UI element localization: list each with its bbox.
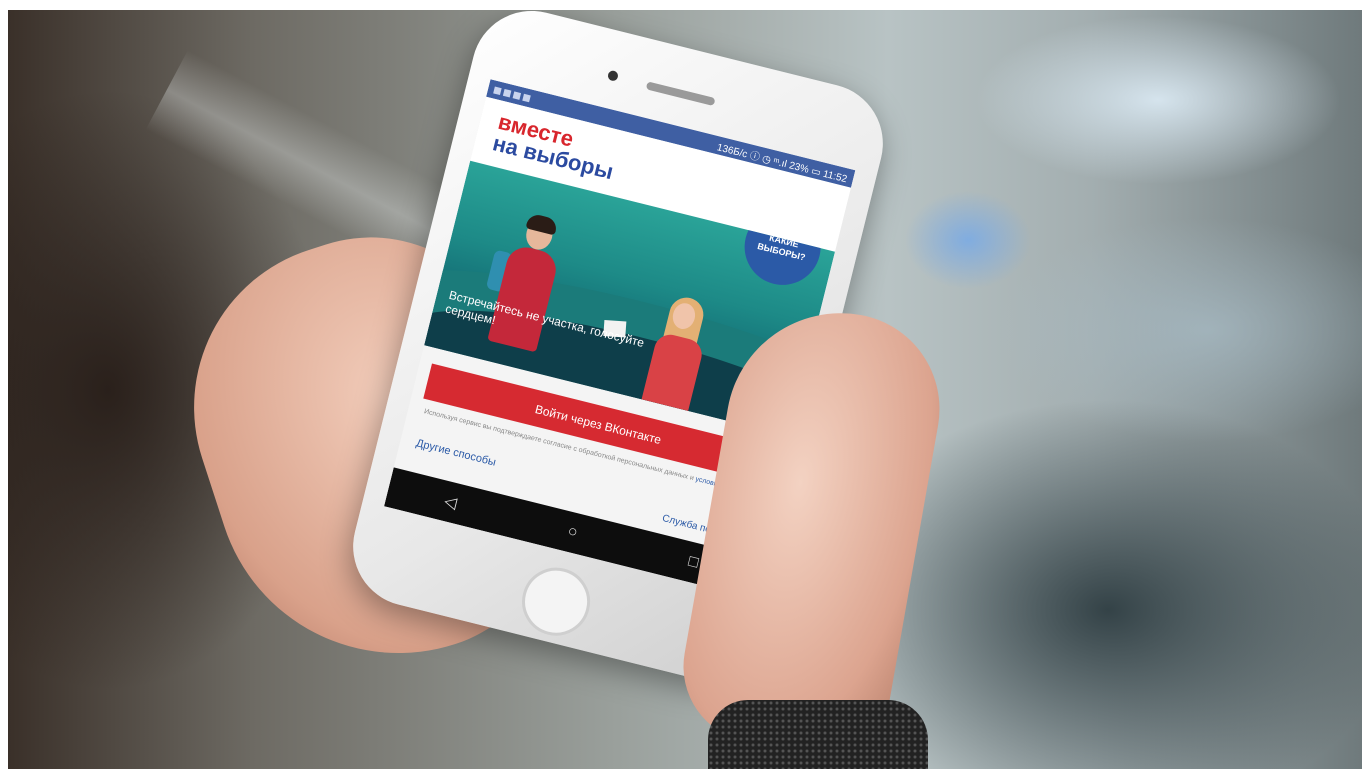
back-icon[interactable]: ◁ (442, 491, 459, 513)
notification-icon (503, 88, 512, 97)
sweater-sleeve (708, 700, 928, 769)
recents-icon[interactable]: □ (686, 553, 700, 573)
front-camera (606, 69, 620, 82)
home-icon[interactable]: ○ (566, 523, 579, 543)
notification-icon (493, 86, 502, 95)
home-button[interactable] (514, 560, 598, 643)
notification-icon (522, 93, 531, 102)
earpiece-speaker (645, 81, 716, 107)
photo-background: 136Б/с ⓘ ◷ ᵐ.ıl 23% ▭ 11:52 вместе на вы… (8, 10, 1362, 769)
notification-icon (512, 90, 522, 100)
